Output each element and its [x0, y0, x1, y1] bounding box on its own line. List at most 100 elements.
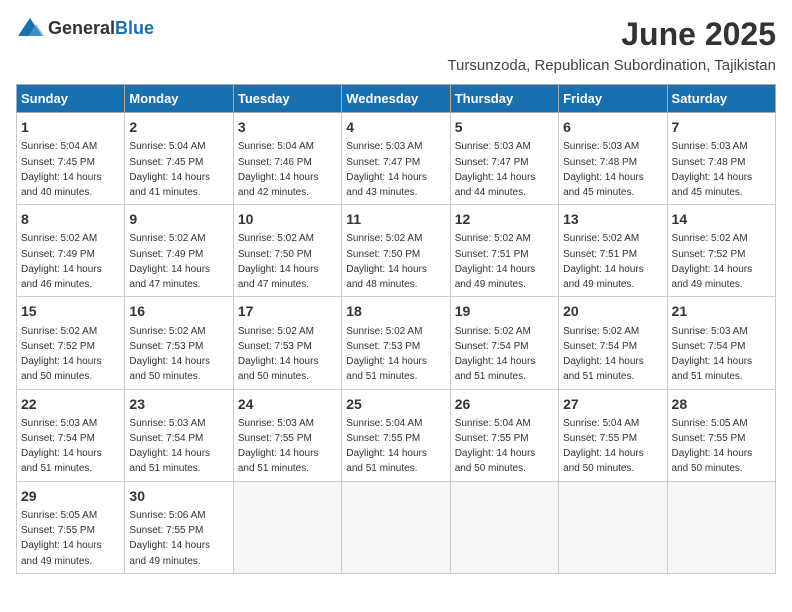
day-number: 17 — [238, 301, 337, 321]
calendar-day-cell: 17 Sunrise: 5:02 AMSunset: 7:53 PMDaylig… — [233, 297, 341, 389]
day-number: 20 — [563, 301, 662, 321]
calendar-day-cell: 20 Sunrise: 5:02 AMSunset: 7:54 PMDaylig… — [559, 297, 667, 389]
day-info: Sunrise: 5:05 AMSunset: 7:55 PMDaylight:… — [672, 418, 753, 475]
calendar-day-cell — [667, 481, 775, 573]
calendar-day-cell: 3 Sunrise: 5:04 AMSunset: 7:46 PMDayligh… — [233, 113, 341, 205]
calendar-week-row: 1 Sunrise: 5:04 AMSunset: 7:45 PMDayligh… — [17, 113, 776, 205]
day-info: Sunrise: 5:03 AMSunset: 7:55 PMDaylight:… — [238, 418, 319, 475]
calendar-header-cell: Wednesday — [342, 85, 450, 113]
day-info: Sunrise: 5:04 AMSunset: 7:45 PMDaylight:… — [21, 141, 102, 198]
calendar-day-cell: 13 Sunrise: 5:02 AMSunset: 7:51 PMDaylig… — [559, 205, 667, 297]
calendar-day-cell: 27 Sunrise: 5:04 AMSunset: 7:55 PMDaylig… — [559, 389, 667, 481]
day-info: Sunrise: 5:04 AMSunset: 7:55 PMDaylight:… — [346, 418, 427, 475]
day-info: Sunrise: 5:04 AMSunset: 7:55 PMDaylight:… — [563, 418, 644, 475]
calendar-day-cell: 15 Sunrise: 5:02 AMSunset: 7:52 PMDaylig… — [17, 297, 125, 389]
calendar-day-cell: 21 Sunrise: 5:03 AMSunset: 7:54 PMDaylig… — [667, 297, 775, 389]
calendar-header-cell: Sunday — [17, 85, 125, 113]
logo-blue: Blue — [115, 18, 154, 38]
calendar-day-cell — [342, 481, 450, 573]
day-number: 25 — [346, 394, 445, 414]
calendar-header-cell: Monday — [125, 85, 233, 113]
day-info: Sunrise: 5:02 AMSunset: 7:49 PMDaylight:… — [21, 233, 102, 290]
calendar-day-cell: 19 Sunrise: 5:02 AMSunset: 7:54 PMDaylig… — [450, 297, 558, 389]
day-number: 10 — [238, 209, 337, 229]
day-info: Sunrise: 5:02 AMSunset: 7:52 PMDaylight:… — [21, 326, 102, 383]
day-info: Sunrise: 5:03 AMSunset: 7:54 PMDaylight:… — [129, 418, 210, 475]
logo-general: General — [48, 18, 115, 38]
calendar-day-cell: 29 Sunrise: 5:05 AMSunset: 7:55 PMDaylig… — [17, 481, 125, 573]
day-number: 19 — [455, 301, 554, 321]
day-info: Sunrise: 5:03 AMSunset: 7:48 PMDaylight:… — [672, 141, 753, 198]
logo: GeneralBlue — [16, 16, 154, 40]
calendar-day-cell: 5 Sunrise: 5:03 AMSunset: 7:47 PMDayligh… — [450, 113, 558, 205]
calendar-week-row: 8 Sunrise: 5:02 AMSunset: 7:49 PMDayligh… — [17, 205, 776, 297]
calendar-day-cell: 12 Sunrise: 5:02 AMSunset: 7:51 PMDaylig… — [450, 205, 558, 297]
day-number: 15 — [21, 301, 120, 321]
day-number: 28 — [672, 394, 771, 414]
day-number: 9 — [129, 209, 228, 229]
day-number: 21 — [672, 301, 771, 321]
calendar-day-cell — [559, 481, 667, 573]
day-info: Sunrise: 5:02 AMSunset: 7:51 PMDaylight:… — [563, 233, 644, 290]
calendar-body: 1 Sunrise: 5:04 AMSunset: 7:45 PMDayligh… — [17, 113, 776, 574]
calendar-header-cell: Tuesday — [233, 85, 341, 113]
day-info: Sunrise: 5:02 AMSunset: 7:50 PMDaylight:… — [346, 233, 427, 290]
calendar-header-cell: Saturday — [667, 85, 775, 113]
day-info: Sunrise: 5:03 AMSunset: 7:47 PMDaylight:… — [346, 141, 427, 198]
day-info: Sunrise: 5:04 AMSunset: 7:45 PMDaylight:… — [129, 141, 210, 198]
day-number: 6 — [563, 117, 662, 137]
calendar-day-cell: 9 Sunrise: 5:02 AMSunset: 7:49 PMDayligh… — [125, 205, 233, 297]
day-info: Sunrise: 5:03 AMSunset: 7:47 PMDaylight:… — [455, 141, 536, 198]
calendar-day-cell: 6 Sunrise: 5:03 AMSunset: 7:48 PMDayligh… — [559, 113, 667, 205]
calendar-day-cell: 11 Sunrise: 5:02 AMSunset: 7:50 PMDaylig… — [342, 205, 450, 297]
day-number: 4 — [346, 117, 445, 137]
day-number: 12 — [455, 209, 554, 229]
day-number: 14 — [672, 209, 771, 229]
day-info: Sunrise: 5:03 AMSunset: 7:48 PMDaylight:… — [563, 141, 644, 198]
day-number: 7 — [672, 117, 771, 137]
day-number: 26 — [455, 394, 554, 414]
calendar-day-cell: 8 Sunrise: 5:02 AMSunset: 7:49 PMDayligh… — [17, 205, 125, 297]
calendar-day-cell: 22 Sunrise: 5:03 AMSunset: 7:54 PMDaylig… — [17, 389, 125, 481]
logo-icon — [16, 16, 44, 40]
month-title: June 2025 — [621, 16, 776, 53]
calendar-week-row: 22 Sunrise: 5:03 AMSunset: 7:54 PMDaylig… — [17, 389, 776, 481]
calendar-day-cell: 26 Sunrise: 5:04 AMSunset: 7:55 PMDaylig… — [450, 389, 558, 481]
calendar-day-cell: 2 Sunrise: 5:04 AMSunset: 7:45 PMDayligh… — [125, 113, 233, 205]
calendar-day-cell — [233, 481, 341, 573]
day-info: Sunrise: 5:02 AMSunset: 7:49 PMDaylight:… — [129, 233, 210, 290]
day-number: 22 — [21, 394, 120, 414]
day-info: Sunrise: 5:03 AMSunset: 7:54 PMDaylight:… — [21, 418, 102, 475]
day-number: 30 — [129, 486, 228, 506]
day-info: Sunrise: 5:02 AMSunset: 7:53 PMDaylight:… — [346, 326, 427, 383]
day-number: 24 — [238, 394, 337, 414]
calendar-day-cell: 18 Sunrise: 5:02 AMSunset: 7:53 PMDaylig… — [342, 297, 450, 389]
day-info: Sunrise: 5:04 AMSunset: 7:46 PMDaylight:… — [238, 141, 319, 198]
day-info: Sunrise: 5:03 AMSunset: 7:54 PMDaylight:… — [672, 326, 753, 383]
calendar-header-cell: Thursday — [450, 85, 558, 113]
subtitle: Tursunzoda, Republican Subordination, Ta… — [16, 57, 776, 74]
day-number: 29 — [21, 486, 120, 506]
day-info: Sunrise: 5:02 AMSunset: 7:54 PMDaylight:… — [455, 326, 536, 383]
day-number: 27 — [563, 394, 662, 414]
day-number: 8 — [21, 209, 120, 229]
day-number: 16 — [129, 301, 228, 321]
day-info: Sunrise: 5:02 AMSunset: 7:52 PMDaylight:… — [672, 233, 753, 290]
day-info: Sunrise: 5:06 AMSunset: 7:55 PMDaylight:… — [129, 510, 210, 567]
day-number: 5 — [455, 117, 554, 137]
day-info: Sunrise: 5:02 AMSunset: 7:50 PMDaylight:… — [238, 233, 319, 290]
calendar-day-cell: 10 Sunrise: 5:02 AMSunset: 7:50 PMDaylig… — [233, 205, 341, 297]
day-info: Sunrise: 5:02 AMSunset: 7:53 PMDaylight:… — [238, 326, 319, 383]
day-info: Sunrise: 5:04 AMSunset: 7:55 PMDaylight:… — [455, 418, 536, 475]
calendar-day-cell: 23 Sunrise: 5:03 AMSunset: 7:54 PMDaylig… — [125, 389, 233, 481]
day-info: Sunrise: 5:02 AMSunset: 7:53 PMDaylight:… — [129, 326, 210, 383]
calendar-header: SundayMondayTuesdayWednesdayThursdayFrid… — [17, 85, 776, 113]
calendar-day-cell: 28 Sunrise: 5:05 AMSunset: 7:55 PMDaylig… — [667, 389, 775, 481]
calendar-day-cell: 1 Sunrise: 5:04 AMSunset: 7:45 PMDayligh… — [17, 113, 125, 205]
calendar-day-cell: 16 Sunrise: 5:02 AMSunset: 7:53 PMDaylig… — [125, 297, 233, 389]
calendar-day-cell: 30 Sunrise: 5:06 AMSunset: 7:55 PMDaylig… — [125, 481, 233, 573]
calendar-day-cell: 24 Sunrise: 5:03 AMSunset: 7:55 PMDaylig… — [233, 389, 341, 481]
calendar-day-cell — [450, 481, 558, 573]
day-number: 13 — [563, 209, 662, 229]
day-number: 1 — [21, 117, 120, 137]
